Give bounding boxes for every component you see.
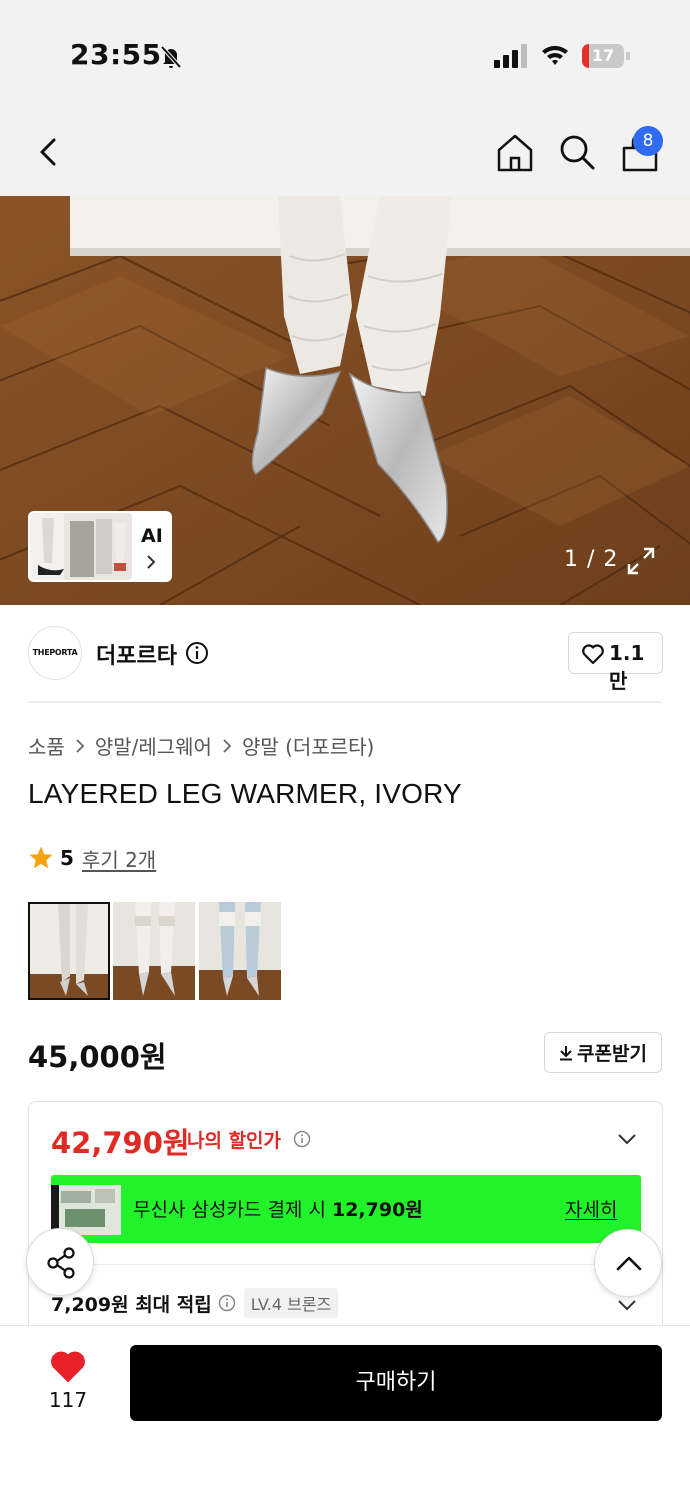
status-bar: 23:55 17 xyxy=(0,0,690,110)
status-time: 23:55 xyxy=(70,38,162,71)
chevron-down-icon[interactable] xyxy=(617,1132,637,1146)
promo-amount: 12,790원 xyxy=(331,1199,423,1221)
card-promo-banner[interactable]: 무신사 삼성카드 결제 시 12,790원 자세히 xyxy=(51,1175,641,1243)
breadcrumb: 소품 양말/레그웨어 양말 (더포르타) xyxy=(28,731,374,760)
star-icon xyxy=(29,846,53,869)
discount-price: 42,790원 xyxy=(51,1126,190,1160)
level-badge: LV.4 브론즈 xyxy=(243,1288,339,1318)
info-icon[interactable] xyxy=(185,641,209,665)
ai-label: AI xyxy=(141,525,163,547)
discount-label: 나의 할인가 xyxy=(187,1130,282,1152)
info-icon[interactable] xyxy=(293,1130,311,1148)
discount-card: 42,790원 나의 할인가 무신사 삼성카드 결제 시 12,790원 자세히… xyxy=(28,1101,663,1331)
buy-button[interactable]: 구매하기 xyxy=(130,1345,662,1421)
chevron-up-icon xyxy=(616,1256,642,1271)
promo-detail-link[interactable]: 자세히 xyxy=(565,1195,617,1222)
download-icon xyxy=(560,1045,573,1060)
promo-text-prefix: 무신사 삼성카드 결제 시 xyxy=(133,1199,332,1221)
rating-row: 5 후기 2개 xyxy=(28,844,156,872)
chevron-down-icon[interactable] xyxy=(617,1298,637,1312)
coupon-button[interactable]: 쿠폰받기 xyxy=(544,1032,662,1073)
expand-icon[interactable] xyxy=(626,546,656,576)
wish-count: 117 xyxy=(48,1388,88,1412)
top-nav xyxy=(0,110,690,196)
info-icon[interactable] xyxy=(218,1294,236,1312)
brand-name[interactable]: 더포르타 xyxy=(96,638,177,670)
divider xyxy=(28,701,662,703)
original-price: 45,000원 xyxy=(28,1040,167,1074)
battery-indicator: 17 xyxy=(582,44,630,68)
coupon-label: 쿠폰받기 xyxy=(577,1043,647,1065)
battery-tip xyxy=(626,52,630,60)
scroll-top-button[interactable] xyxy=(594,1229,662,1297)
review-link[interactable]: 후기 2개 xyxy=(82,844,156,873)
chevron-right-icon xyxy=(76,738,85,753)
cart-badge: 8 xyxy=(633,126,663,156)
promo-text: 무신사 삼성카드 결제 시 12,790원 xyxy=(133,1195,423,1222)
brand-logo[interactable]: THEPORTA xyxy=(28,626,82,680)
battery-body: 17 xyxy=(582,44,624,68)
home-icon[interactable] xyxy=(494,130,536,174)
share-icon xyxy=(47,1247,75,1279)
wifi-icon xyxy=(542,45,568,65)
bell-off-icon xyxy=(160,45,182,69)
breadcrumb-item[interactable]: 양말/레그웨어 xyxy=(95,731,212,760)
page-indicator: 1 / 2 xyxy=(564,547,619,572)
signal-icon xyxy=(494,44,527,68)
product-thumbnail[interactable] xyxy=(28,902,110,1000)
product-title: LAYERED LEG WARMER, IVORY xyxy=(28,778,462,809)
heart-outline-icon xyxy=(582,644,604,665)
divider xyxy=(51,1264,641,1265)
ai-similar-card[interactable]: AI xyxy=(28,511,172,582)
heart-filled-icon[interactable] xyxy=(50,1350,86,1383)
product-thumbnail[interactable] xyxy=(199,902,281,1000)
brand-like-count: 1.1만 xyxy=(609,641,645,693)
battery-level: 17 xyxy=(591,46,615,65)
back-icon[interactable] xyxy=(30,130,70,174)
brand-like-button[interactable]: 1.1만 xyxy=(568,632,663,693)
rating-value: 5 xyxy=(60,846,74,870)
breadcrumb-item[interactable]: 소품 xyxy=(28,731,65,760)
points-row: 7,209원 최대 적립 LV.4 브론즈 xyxy=(51,1288,339,1318)
chevron-right-icon xyxy=(223,738,232,753)
ai-thumbnail xyxy=(30,513,132,580)
chevron-right-icon xyxy=(147,555,156,569)
product-thumbnail[interactable] xyxy=(113,902,195,1000)
breadcrumb-item[interactable]: 양말 (더포르타) xyxy=(242,731,374,760)
search-icon[interactable] xyxy=(556,130,598,174)
share-button[interactable] xyxy=(26,1228,94,1296)
points-text: 7,209원 최대 적립 xyxy=(51,1293,212,1316)
